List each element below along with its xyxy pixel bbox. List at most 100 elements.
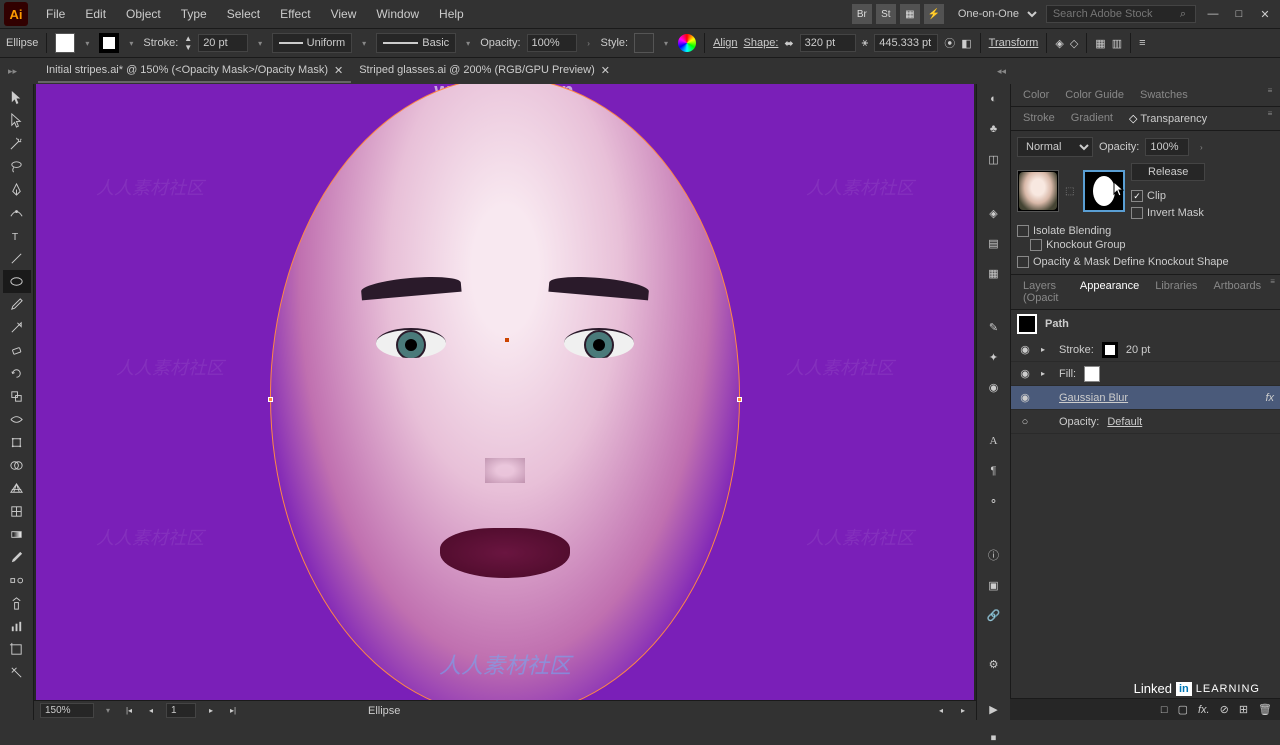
add-effect-icon[interactable]: fx. (1198, 704, 1210, 716)
brushes-icon[interactable]: ✎ (983, 316, 1005, 338)
style-swatch[interactable] (634, 33, 654, 53)
fill-swatch[interactable] (55, 33, 75, 53)
tab-appearance[interactable]: Appearance (1072, 277, 1147, 307)
magic-wand-tool[interactable] (3, 132, 31, 155)
stroke-weight-dd[interactable]: ▾ (254, 39, 266, 48)
handle-left[interactable] (268, 397, 273, 402)
menu-help[interactable]: Help (429, 3, 474, 25)
shape-width-input[interactable] (800, 34, 856, 52)
opacity-visibility-icon[interactable]: ○ (1017, 416, 1033, 428)
slice-tool[interactable] (3, 661, 31, 684)
clip-checkbox-row[interactable]: Clip (1131, 190, 1205, 202)
paintbrush-tool[interactable] (3, 293, 31, 316)
shape-height-input[interactable] (874, 34, 938, 52)
fill-visibility-icon[interactable]: ◉ (1017, 367, 1033, 380)
prev-artboard[interactable]: ◂ (144, 704, 158, 718)
transform2-icon[interactable]: ▦ (983, 262, 1005, 284)
menu-object[interactable]: Object (116, 3, 171, 25)
selected-ellipse[interactable] (270, 84, 740, 717)
opacity-input[interactable] (527, 34, 577, 52)
shape-link[interactable]: Shape: (744, 37, 779, 49)
handle-right[interactable] (737, 397, 742, 402)
stroke-row-swatch[interactable] (1102, 342, 1118, 358)
artboard-canvas[interactable]: www.rrcg.cn 人人素材社区 人人素材社区 人人素材社区 人人素材社区 … (36, 84, 974, 700)
selection-tool[interactable] (3, 86, 31, 109)
close-button[interactable]: ✕ (1254, 5, 1276, 23)
stroke-dropdown[interactable]: ▾ (125, 39, 137, 48)
knockout-checkbox-row[interactable]: Knockout Group (1030, 239, 1126, 251)
actions-play-icon[interactable]: ▶ (983, 703, 1005, 716)
artboard-nav-input[interactable] (166, 703, 196, 718)
ellipse-center-handle[interactable] (505, 338, 509, 342)
shape-builder-tool[interactable] (3, 454, 31, 477)
brush-dd[interactable]: ▾ (462, 39, 474, 48)
graph-tool[interactable] (3, 615, 31, 638)
brush-def[interactable]: Basic (376, 33, 456, 53)
define-checkbox-row[interactable]: Opacity & Mask Define Knockout Shape (1017, 256, 1274, 268)
tab-color[interactable]: Color (1015, 86, 1057, 104)
recolor-icon[interactable] (678, 34, 696, 52)
line-tool[interactable] (3, 247, 31, 270)
workspace-switcher[interactable]: One-on-One (950, 5, 1040, 23)
mesh-tool[interactable] (3, 500, 31, 523)
align-icon[interactable]: ▤ (983, 232, 1005, 254)
perspective-tool[interactable] (3, 477, 31, 500)
fill-expand-icon[interactable]: ▸ (1041, 369, 1051, 378)
stroke-visibility-icon[interactable]: ◉ (1017, 343, 1033, 356)
profile-dd[interactable]: ▾ (358, 39, 370, 48)
lasso-tool[interactable] (3, 155, 31, 178)
stroke-swatch[interactable] (99, 33, 119, 53)
color-panel-menu[interactable]: ≡ (1264, 86, 1276, 104)
symbol-sprayer-tool[interactable] (3, 592, 31, 615)
tab-artboards[interactable]: Artboards (1205, 277, 1269, 307)
fill-dropdown[interactable]: ▾ (81, 39, 93, 48)
menu-edit[interactable]: Edit (75, 3, 116, 25)
delete-icon[interactable]: 🗑 (1258, 703, 1272, 716)
actions-gear-icon[interactable]: ⚙ (983, 658, 1005, 671)
menu-type[interactable]: Type (171, 3, 217, 25)
character-icon[interactable]: ♣ (983, 118, 1005, 140)
blend-mode-select[interactable]: Normal (1017, 137, 1093, 157)
free-transform-tool[interactable] (3, 431, 31, 454)
fill-row-swatch[interactable] (1084, 366, 1100, 382)
maximize-button[interactable]: □ (1228, 5, 1250, 23)
ellipse-tool[interactable] (3, 270, 31, 293)
link-wh-icon[interactable]: ⬌ (784, 37, 793, 50)
pathfinder-icon[interactable]: ◈ (983, 202, 1005, 224)
tab-color-guide[interactable]: Color Guide (1057, 86, 1132, 104)
doc-tab-1-close[interactable]: ✕ (334, 64, 343, 77)
doc-tab-2-close[interactable]: ✕ (601, 64, 610, 77)
clip-checkbox[interactable] (1131, 190, 1143, 202)
tab-layers[interactable]: Layers (Opacit (1015, 277, 1072, 307)
last-artboard[interactable]: ▸| (226, 704, 240, 718)
align-grid-icon[interactable]: ▦ (1095, 37, 1105, 50)
pen-tool[interactable] (3, 178, 31, 201)
first-artboard[interactable]: |◂ (122, 704, 136, 718)
gaussian-visibility-icon[interactable]: ◉ (1017, 391, 1033, 404)
release-mask-button[interactable]: Release (1131, 163, 1205, 181)
eyedropper-tool[interactable] (3, 546, 31, 569)
align-px-icon[interactable]: ▥ (1112, 37, 1122, 50)
tab-gradient[interactable]: Gradient (1063, 109, 1121, 128)
bridge-icon[interactable]: Br (852, 4, 872, 24)
gradient-tool[interactable] (3, 523, 31, 546)
tab-transparency[interactable]: ◇ Transparency (1121, 109, 1215, 128)
curvature-tool[interactable] (3, 201, 31, 224)
isolate-checkbox-row[interactable]: Isolate Blending (1017, 225, 1274, 237)
scale-tool[interactable] (3, 385, 31, 408)
minimize-button[interactable]: — (1202, 5, 1224, 23)
transparency-panel-menu[interactable]: ≡ (1264, 109, 1276, 128)
isolate2-icon[interactable]: ◇ (1070, 37, 1078, 50)
new-stroke-icon[interactable]: ▢ (1178, 703, 1188, 716)
paragraph-icon[interactable]: ◫ (983, 148, 1005, 170)
shape-prop-icon[interactable]: ◧ (961, 37, 971, 50)
symbols-icon[interactable]: ✦ (983, 346, 1005, 368)
doc-tab-1[interactable]: Initial stripes.ai* @ 150% (<Opacity Mas… (38, 60, 351, 83)
mask-thumb[interactable] (1083, 170, 1125, 212)
appearance-fill-row[interactable]: ◉ ▸ Fill: (1011, 362, 1280, 386)
corner-icon[interactable]: ⦿ (944, 35, 955, 51)
tab-swatches[interactable]: Swatches (1132, 86, 1196, 104)
artwork-thumb[interactable] (1017, 170, 1059, 212)
appearance-panel-menu[interactable]: ≡ (1269, 277, 1276, 307)
next-artboard[interactable]: ▸ (204, 704, 218, 718)
